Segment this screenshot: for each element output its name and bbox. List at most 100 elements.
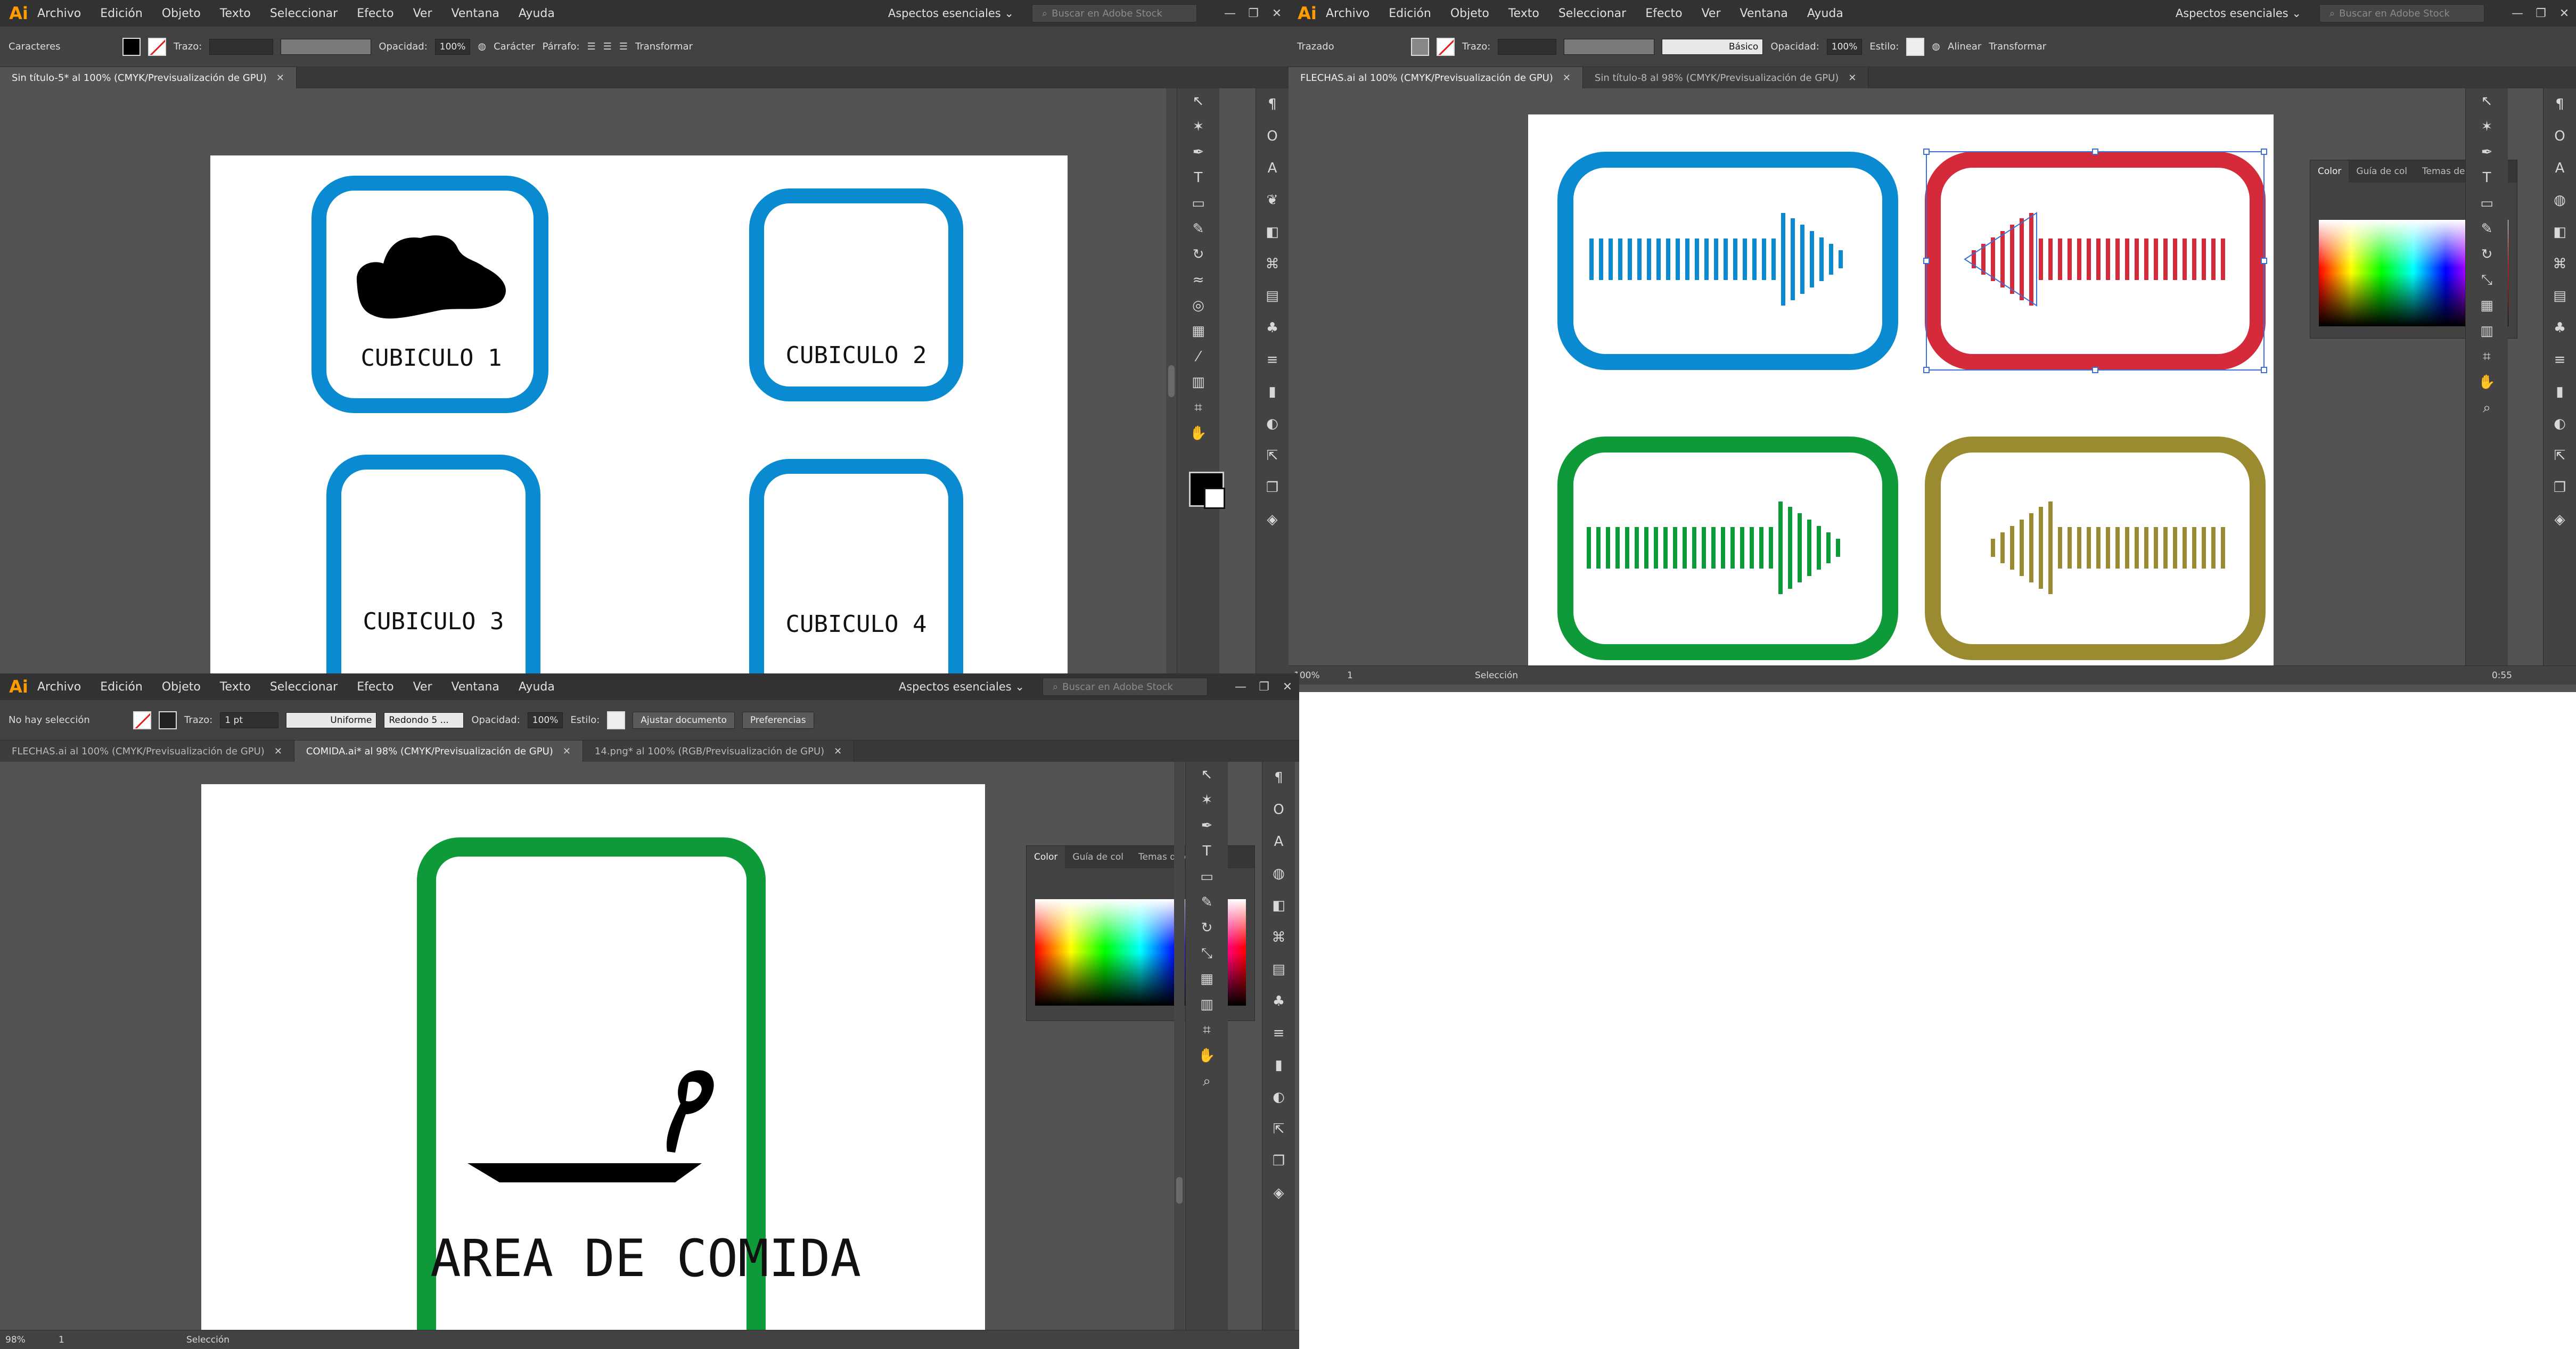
artboards-icon[interactable]: ❐	[1262, 1145, 1295, 1177]
mesh-icon[interactable]: ▦	[1177, 318, 1219, 344]
character-icon[interactable]: A	[2544, 152, 2576, 184]
brush-definition-field[interactable]: Básico	[1662, 38, 1763, 55]
alinear-link[interactable]: Alinear	[1948, 41, 1981, 52]
menu-objeto[interactable]: Objeto	[1450, 7, 1489, 20]
gradient-icon[interactable]: ▮	[1262, 1049, 1295, 1081]
tab-sin-titulo-5[interactable]: Sin título-5* al 100% (CMYK/Previsualiza…	[0, 67, 297, 88]
close-button[interactable]: ✕	[1276, 680, 1299, 694]
menu-ver[interactable]: Ver	[413, 680, 432, 694]
brush-definition-field[interactable]: Redondo 5 ...	[384, 712, 464, 728]
menu-objeto[interactable]: Objeto	[162, 7, 201, 20]
pen-icon[interactable]: ✒	[1177, 139, 1219, 165]
page-number[interactable]: 1	[59, 1335, 122, 1345]
menu-ventana[interactable]: Ventana	[452, 7, 499, 20]
stroke-icon[interactable]: ≡	[2544, 344, 2576, 376]
workspace-switcher[interactable]: Aspectos esenciales ⌄	[899, 680, 1024, 693]
zoom-icon[interactable]: ⌕	[1186, 1068, 1228, 1094]
rotate-icon[interactable]: ↻	[2466, 242, 2508, 267]
symbols-icon[interactable]: ♣	[2544, 312, 2576, 344]
hand-icon[interactable]: ✋	[1177, 421, 1219, 446]
tab-14-png[interactable]: 14.png* al 100% (RGB/Previsualización de…	[583, 741, 855, 762]
rectangle-icon[interactable]: ▭	[1186, 864, 1228, 890]
menu-ventana[interactable]: Ventana	[452, 680, 499, 694]
glyph-icon[interactable]: O	[2544, 120, 2576, 152]
mesh-icon[interactable]: ▦	[1186, 966, 1228, 992]
close-icon[interactable]: ✕	[563, 746, 571, 757]
close-icon[interactable]: ✕	[1563, 72, 1571, 84]
type-icon[interactable]: T	[1177, 165, 1219, 191]
eyedropper-icon[interactable]: ⁄	[1177, 344, 1219, 369]
brush-icon[interactable]: ✎	[2466, 216, 2508, 242]
magic-wand-icon[interactable]: ✶	[2466, 114, 2508, 139]
stroke-icon[interactable]: ≡	[1262, 1017, 1295, 1049]
align-left-icon[interactable]: ☰	[587, 41, 596, 52]
rectangle-icon[interactable]: ▭	[1177, 191, 1219, 216]
rotate-icon[interactable]: ↻	[1186, 915, 1228, 941]
menu-efecto[interactable]: Efecto	[1645, 7, 1682, 20]
recolor-icon[interactable]: ◍	[478, 41, 486, 52]
character-icon[interactable]: A	[1262, 826, 1295, 858]
artboard-tool-icon[interactable]: ⌗	[1177, 395, 1219, 421]
stroke-icon[interactable]: ≡	[1256, 344, 1289, 376]
vertical-scrollbar[interactable]	[1166, 88, 1177, 673]
variable-width-field[interactable]	[281, 38, 372, 55]
layers-icon[interactable]: ◈	[2544, 504, 2576, 536]
appearance-icon[interactable]: ◧	[2544, 216, 2576, 248]
menu-ver[interactable]: Ver	[413, 7, 432, 20]
hand-icon[interactable]: ✋	[1186, 1043, 1228, 1068]
tab-flechas[interactable]: FLECHAS.ai al 100% (CMYK/Previsualizació…	[1289, 67, 1583, 88]
opacity-field[interactable]: 100%	[527, 712, 563, 728]
menu-texto[interactable]: Texto	[220, 7, 251, 20]
zoom-icon[interactable]: ⌕	[2466, 395, 2508, 421]
scale-icon[interactable]: ⤡	[1186, 941, 1228, 966]
menu-ayuda[interactable]: Ayuda	[1807, 7, 1843, 20]
transparency-icon[interactable]: ◐	[1262, 1081, 1295, 1113]
color-icon[interactable]: ◍	[2544, 184, 2576, 216]
opacity-field[interactable]: 100%	[434, 38, 471, 55]
layers-icon[interactable]: ◈	[1256, 504, 1289, 536]
page-number[interactable]: 1	[1347, 670, 1411, 681]
menu-archivo[interactable]: Archivo	[1326, 7, 1369, 20]
menu-archivo[interactable]: Archivo	[37, 7, 81, 20]
preferencias-button[interactable]: Preferencias	[742, 711, 814, 729]
close-icon[interactable]: ✕	[1848, 72, 1856, 84]
rectangle-icon[interactable]: ▭	[2466, 191, 2508, 216]
close-button[interactable]: ✕	[2553, 7, 2576, 20]
selection-tool-icon[interactable]: ↖	[1186, 762, 1228, 787]
recolor-icon[interactable]: ◍	[1932, 41, 1940, 52]
close-icon[interactable]: ✕	[276, 72, 284, 84]
graph-icon[interactable]: ▥	[2466, 318, 2508, 344]
links-icon[interactable]: ⌘	[2544, 248, 2576, 280]
stroke-swatch[interactable]	[1437, 37, 1455, 56]
fill-swatch[interactable]	[133, 711, 151, 729]
minimize-button[interactable]: —	[1229, 680, 1252, 694]
parrafo-link[interactable]: Párrafo:	[543, 41, 580, 52]
tab-comida[interactable]: COMIDA.ai* al 98% (CMYK/Previsualización…	[294, 741, 583, 762]
magic-wand-icon[interactable]: ✶	[1186, 787, 1228, 813]
paragraph-icon[interactable]: ¶	[1256, 88, 1289, 120]
menu-texto[interactable]: Texto	[220, 680, 251, 694]
swatches-icon[interactable]: ▤	[1256, 280, 1289, 312]
card-green-right-arrow[interactable]	[1557, 437, 1898, 660]
caracter-link[interactable]: Carácter	[494, 41, 535, 52]
export-icon[interactable]: ⇱	[1262, 1113, 1295, 1145]
menu-efecto[interactable]: Efecto	[357, 680, 393, 694]
vertical-scrollbar[interactable]	[1174, 762, 1185, 1331]
menu-edicion[interactable]: Edición	[1389, 7, 1431, 20]
selection-tool-icon[interactable]: ↖	[1177, 88, 1219, 114]
maximize-button[interactable]: ❐	[1252, 680, 1276, 694]
menu-ver[interactable]: Ver	[1702, 7, 1721, 20]
transparency-icon[interactable]: ◐	[1256, 408, 1289, 440]
tab-flechas[interactable]: FLECHAS.ai al 100% (CMYK/Previsualizació…	[0, 741, 294, 762]
menu-edicion[interactable]: Edición	[100, 7, 143, 20]
stroke-swatch[interactable]	[148, 37, 166, 56]
symbols-icon[interactable]: ♣	[1256, 312, 1289, 344]
artboards-icon[interactable]: ❐	[1256, 472, 1289, 504]
glyph-icon[interactable]: O	[1262, 794, 1295, 826]
paragraph-icon[interactable]: ¶	[2544, 88, 2576, 120]
align-center-icon[interactable]: ☰	[603, 41, 612, 52]
mesh-icon[interactable]: ▦	[2466, 293, 2508, 318]
rotate-icon[interactable]: ↻	[1177, 242, 1219, 267]
export-icon[interactable]: ⇱	[2544, 440, 2576, 472]
shape-builder-icon[interactable]: ◎	[1177, 293, 1219, 318]
